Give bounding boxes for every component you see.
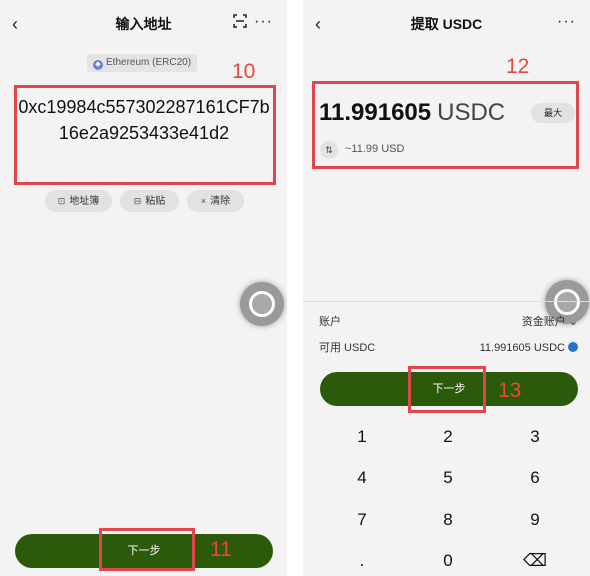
- withdraw-screen: ‹ 提取 USDC ··· 12 11.991605 USDC 最大 ⇅ ~11.…: [303, 0, 590, 576]
- fiat-value: ~11.99 USD: [345, 143, 405, 155]
- clear-icon: ×: [200, 196, 207, 206]
- backspace-icon[interactable]: ⌫: [510, 551, 560, 571]
- address-input-screen: ‹ 输入地址 ··· ◆ Ethereum (ERC20) 10 0xc19984…: [0, 0, 287, 576]
- swap-icon[interactable]: ⇅: [320, 141, 338, 159]
- annotation-label: 11: [210, 538, 232, 561]
- key-5[interactable]: 5: [423, 468, 473, 488]
- address-input[interactable]: 0xc19984c557302287161CF7b16e2a9253433e41…: [18, 94, 270, 146]
- usdc-icon: [568, 342, 578, 352]
- account-row[interactable]: 账户 资金账户 ⌄: [319, 314, 578, 330]
- scan-icon[interactable]: [233, 14, 247, 28]
- annotation-box: [99, 528, 195, 571]
- key-9[interactable]: 9: [510, 510, 560, 530]
- divider: [303, 301, 590, 302]
- header: ‹ 提取 USDC ···: [303, 0, 590, 48]
- network-label: Ethereum (ERC20): [106, 57, 192, 68]
- key-0[interactable]: 0: [423, 551, 473, 571]
- annotation-label: 12: [506, 55, 530, 78]
- key-8[interactable]: 8: [423, 510, 473, 530]
- available-value-wrap: 11.991605 USDC: [480, 340, 578, 356]
- key-7[interactable]: 7: [337, 510, 387, 530]
- amount-value: 11.991605: [319, 99, 432, 126]
- address-book-label: 地址簿: [69, 196, 100, 207]
- key-4[interactable]: 4: [337, 468, 387, 488]
- paste-button[interactable]: ⊟ 粘贴: [120, 190, 179, 212]
- key-1[interactable]: 1: [337, 427, 387, 447]
- more-icon[interactable]: ···: [254, 13, 273, 31]
- header: ‹ 输入地址 ···: [0, 0, 287, 48]
- amount-input[interactable]: 11.991605 USDC: [319, 98, 505, 128]
- paste-label: 粘贴: [145, 196, 166, 207]
- available-value: 11.991605 USDC: [479, 342, 565, 354]
- clear-label: 清除: [210, 196, 231, 207]
- paste-icon: ⊟: [133, 196, 142, 206]
- annotation-box: [408, 366, 486, 413]
- annotation-label: 10: [232, 60, 256, 83]
- annotation-label: 13: [498, 379, 522, 402]
- amount-currency: USDC: [437, 99, 506, 126]
- ethereum-icon: ◆: [93, 60, 103, 70]
- account-selector[interactable]: 资金账户 ⌄: [522, 314, 578, 330]
- network-chip[interactable]: ◆ Ethereum (ERC20): [87, 54, 198, 72]
- key-3[interactable]: 3: [510, 427, 560, 447]
- key-decimal[interactable]: .: [337, 551, 387, 571]
- available-row: 可用 USDC 11.991605 USDC: [319, 340, 578, 356]
- account-label: 账户: [319, 316, 341, 328]
- key-2[interactable]: 2: [423, 427, 473, 447]
- more-icon[interactable]: ···: [557, 13, 576, 31]
- page-title: 提取 USDC: [410, 16, 483, 32]
- address-book-icon: ⊡: [57, 196, 66, 206]
- max-button[interactable]: 最大: [531, 103, 575, 123]
- available-label: 可用 USDC: [319, 342, 376, 354]
- floating-assist-button[interactable]: [240, 282, 284, 326]
- key-6[interactable]: 6: [510, 468, 560, 488]
- clear-button[interactable]: × 清除: [187, 190, 244, 212]
- address-book-button[interactable]: ⊡ 地址簿: [45, 190, 112, 212]
